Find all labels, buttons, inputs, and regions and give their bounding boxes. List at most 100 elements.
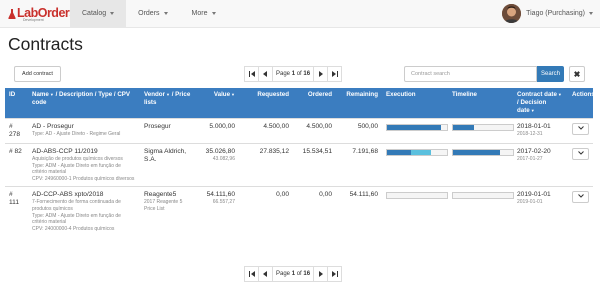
vendor-name[interactable]: Sigma Aldrich, S.A. bbox=[144, 148, 192, 164]
logo-subtitle: Development bbox=[23, 18, 44, 22]
vendor-name[interactable]: Reagente5 bbox=[144, 191, 192, 199]
cell-vendor: Reagente5 2017 Reagente 5 Price List bbox=[140, 185, 196, 236]
vendor-name[interactable]: Prosegur bbox=[144, 123, 192, 131]
cell-actions bbox=[568, 185, 593, 236]
page-current: 1 bbox=[291, 71, 296, 77]
col-id[interactable]: ID bbox=[5, 88, 28, 119]
nav-catalog-label: Catalog bbox=[82, 10, 107, 17]
timeline-progress-bar bbox=[452, 148, 514, 156]
decision-date: 2017-01-27 bbox=[517, 155, 543, 162]
caret-down-icon bbox=[589, 12, 593, 15]
user-menu[interactable]: Tiago (Purchasing) bbox=[502, 4, 593, 23]
next-page-icon[interactable] bbox=[313, 66, 329, 82]
cell-dates: 2018-01-01 2018-12-31 bbox=[513, 118, 568, 144]
cell-remaining: 54.111,60 bbox=[336, 185, 382, 236]
row-actions-button[interactable] bbox=[572, 123, 589, 136]
page-title: Contracts bbox=[8, 34, 83, 54]
next-page-icon[interactable] bbox=[313, 266, 329, 282]
timeline-progress-bar bbox=[452, 124, 514, 132]
cell-id: # 82 bbox=[5, 142, 28, 187]
contract-desc-line: Type: AD - Ajuste Direto - Regime Geral bbox=[32, 131, 121, 138]
table-row[interactable]: # 82 AD-ABS-CCP 11/2019 Aquisição de produ… bbox=[5, 142, 593, 187]
contract-search-input[interactable]: Contract search bbox=[404, 66, 537, 82]
sort-icon: ▼ bbox=[231, 92, 235, 97]
sort-icon: ▼ bbox=[557, 92, 562, 97]
nav-orders[interactable]: Orders bbox=[126, 0, 179, 28]
col-contract-date[interactable]: Contract date▼ / Decision date▼ bbox=[513, 88, 568, 119]
col-vendor-label: Vendor bbox=[144, 91, 165, 98]
col-value-label: Value bbox=[213, 91, 231, 98]
pagination-bottom: Page 1 of 16 bbox=[244, 266, 343, 282]
value-net: 54.111,60 bbox=[206, 190, 235, 198]
nav-more[interactable]: More bbox=[180, 0, 228, 28]
nav-catalog[interactable]: Catalog bbox=[70, 0, 127, 28]
contracts-table: ID Name▼ / Description / Type / CPV code… bbox=[5, 88, 595, 236]
col-name[interactable]: Name▼ / Description / Type / CPV code bbox=[28, 88, 140, 119]
prev-page-icon[interactable] bbox=[258, 66, 273, 82]
cell-timeline bbox=[448, 118, 514, 144]
col-remaining[interactable]: Remaining bbox=[336, 88, 382, 119]
cell-vendor: Prosegur bbox=[140, 118, 196, 144]
add-contract-button[interactable]: Add contract bbox=[14, 66, 61, 82]
contract-name[interactable]: AD - Prosegur bbox=[32, 123, 136, 131]
col-vendor[interactable]: Vendor▼ / Price lists bbox=[140, 88, 196, 119]
contract-date: 2018-01-01 bbox=[517, 123, 551, 131]
table-row[interactable]: # 278 AD - Prosegur Type: AD - Ajuste Dire… bbox=[5, 118, 593, 144]
cell-remaining: 500,00 bbox=[336, 118, 382, 144]
cell-id: # 278 bbox=[5, 118, 28, 144]
col-execution[interactable]: Execution bbox=[382, 88, 448, 119]
table-header-row: ID Name▼ / Description / Type / CPV code… bbox=[5, 88, 595, 119]
contract-desc-line: CPV: 24960000-1 Produtos químicos divers… bbox=[32, 176, 135, 183]
cell-requested: 0,00 bbox=[239, 185, 293, 236]
cell-name: AD-ABS-CCP 11/2019 Aquisição de produtos … bbox=[28, 142, 140, 187]
col-contract-date-label: Contract date bbox=[517, 91, 557, 98]
page-prefix: Page bbox=[276, 271, 291, 277]
col-value[interactable]: Value▼ bbox=[196, 88, 239, 119]
page-current: 1 bbox=[291, 271, 296, 277]
nav-orders-label: Orders bbox=[138, 10, 160, 17]
page-total: 16 bbox=[303, 271, 311, 277]
col-timeline[interactable]: Timeline bbox=[448, 88, 513, 119]
pagination-top: Page 1 of 16 bbox=[244, 66, 343, 82]
cell-timeline bbox=[448, 185, 514, 236]
page-of: of bbox=[296, 271, 302, 277]
clear-search-icon[interactable]: ✖ bbox=[569, 66, 585, 82]
price-list[interactable]: 2017 Reagente 5 Price List bbox=[144, 199, 192, 213]
table-row[interactable]: # 111 AD-CCP-ABS xpto/2018 7-Fornecimento … bbox=[5, 185, 593, 236]
first-page-icon[interactable] bbox=[244, 66, 259, 82]
cell-name: AD - Prosegur Type: AD - Ajuste Direto - … bbox=[28, 118, 140, 144]
cell-value: 35.026,80 43.082,96 bbox=[196, 142, 239, 187]
app-logo[interactable]: LabOrders Development bbox=[0, 7, 76, 22]
last-page-icon[interactable] bbox=[327, 66, 343, 82]
prev-page-icon[interactable] bbox=[258, 266, 273, 282]
sort-icon: ▼ bbox=[165, 92, 170, 97]
decision-date: 2018-12-31 bbox=[517, 131, 543, 138]
contract-desc-line: 7-Fornecimento de forma continuada de pr… bbox=[32, 199, 121, 212]
page-indicator: Page 1 of 16 bbox=[272, 266, 315, 282]
cell-execution bbox=[382, 142, 448, 187]
execution-progress-bar bbox=[386, 191, 448, 199]
page-of: of bbox=[296, 71, 302, 77]
last-page-icon[interactable] bbox=[327, 266, 343, 282]
contract-date: 2019-01-01 bbox=[517, 190, 551, 198]
value-net: 35.026,80 bbox=[205, 147, 235, 155]
contract-name[interactable]: AD-CCP-ABS xpto/2018 bbox=[32, 191, 136, 199]
caret-down-icon bbox=[211, 12, 216, 15]
search-button[interactable]: Search bbox=[537, 66, 564, 82]
cell-value: 5.000,00 bbox=[196, 118, 239, 144]
row-actions-button[interactable] bbox=[572, 190, 589, 203]
page-prefix: Page bbox=[276, 71, 291, 77]
timeline-progress-bar bbox=[452, 191, 514, 199]
navbar: LabOrders Development Catalog Orders Mor… bbox=[0, 0, 600, 28]
cell-requested: 4.500,00 bbox=[239, 118, 293, 144]
contract-name[interactable]: AD-ABS-CCP 11/2019 bbox=[32, 148, 136, 156]
chevron-down-icon bbox=[577, 150, 584, 158]
col-ordered[interactable]: Ordered bbox=[293, 88, 336, 119]
avatar bbox=[502, 4, 522, 23]
sort-icon: ▼ bbox=[49, 92, 54, 97]
col-requested[interactable]: Requested bbox=[239, 88, 293, 119]
row-actions-button[interactable] bbox=[572, 147, 589, 160]
first-page-icon[interactable] bbox=[244, 266, 259, 282]
cell-actions bbox=[568, 118, 593, 144]
cell-value: 54.111,60 66.557,27 bbox=[196, 185, 239, 236]
